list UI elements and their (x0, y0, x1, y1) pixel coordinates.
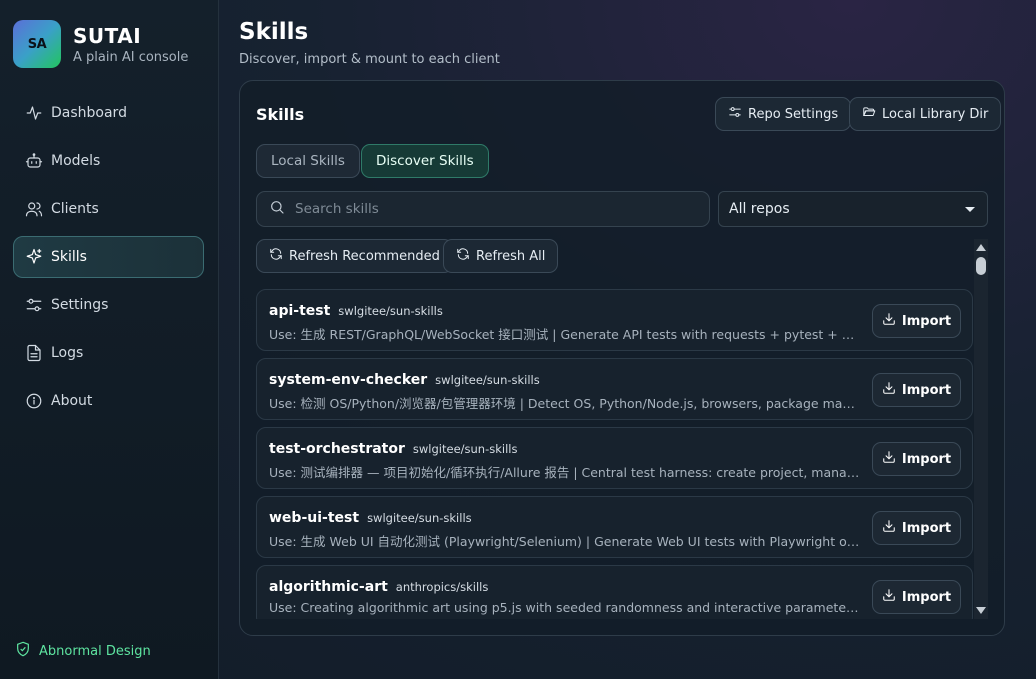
skill-repo: swlgitee/sun-skills (435, 373, 540, 387)
skill-repo: swlgitee/sun-skills (412, 442, 518, 456)
search-box (256, 191, 710, 227)
skill-description: Use: 测试编排器 — 项目初始化/循环执行/Allure 报告 | Cent… (269, 465, 861, 480)
skill-repo: swlgitee/sun-skills (367, 511, 472, 525)
status-label: Abnormal Design (39, 643, 151, 659)
brand: SA SUTAI A plain AI console (13, 20, 188, 68)
local-library-dir-label: Local Library Dir (882, 106, 989, 122)
repo-settings-label: Repo Settings (748, 106, 839, 122)
file-text-icon (25, 344, 43, 362)
skill-repo: swlgitee/sun-skills (338, 304, 443, 318)
repo-filter-value: All repos (729, 201, 790, 217)
import-button[interactable]: Import (872, 442, 961, 476)
scroll-up-arrow-icon[interactable] (976, 244, 986, 251)
tab-discover-skills[interactable]: Discover Skills (361, 144, 489, 178)
local-library-dir-button[interactable]: Local Library Dir (849, 97, 1002, 131)
repo-settings-button[interactable]: Repo Settings (715, 97, 852, 131)
sidebar-item-about[interactable]: About (13, 380, 204, 422)
sidebar-item-label: Clients (51, 201, 99, 217)
skills-card: Skills Repo Settings Local Library Dir L… (239, 80, 1005, 636)
import-button[interactable]: Import (872, 304, 961, 338)
skill-description: Use: 检测 OS/Python/浏览器/包管理器环境 | Detect OS… (269, 396, 861, 411)
import-label: Import (901, 313, 952, 329)
sidebar-item-label: Dashboard (51, 105, 127, 121)
info-icon (25, 392, 43, 410)
sidebar-item-dashboard[interactable]: Dashboard (13, 92, 204, 134)
list-item: algorithmic-art anthropics/skills Use: Cr… (256, 565, 973, 619)
tab-local-skills[interactable]: Local Skills (256, 144, 360, 178)
chevron-down-icon (965, 206, 975, 212)
skill-name: algorithmic-art anthropics/skills (269, 579, 489, 595)
card-title: Skills (256, 105, 305, 124)
sidebar-item-label: Skills (51, 249, 87, 265)
sidebar-item-models[interactable]: Models (13, 140, 204, 182)
import-button[interactable]: Import (872, 511, 961, 545)
scrollbar-thumb[interactable] (976, 257, 986, 275)
download-icon (882, 381, 902, 399)
import-label: Import (901, 589, 952, 605)
sidebar-item-settings[interactable]: Settings (13, 284, 204, 326)
skill-name: test-orchestrator swlgitee/sun-skills (269, 441, 518, 457)
refresh-all-label: Refresh All (476, 248, 546, 264)
skill-description: Use: Creating algorithmic art using p5.j… (269, 600, 861, 615)
list-item: system-env-checker swlgitee/sun-skills Us… (256, 358, 973, 420)
activity-icon (25, 104, 43, 122)
refresh-all-button[interactable]: Refresh All (443, 239, 559, 273)
refresh-recommended-label: Refresh Recommended (289, 248, 440, 264)
refresh-recommended-button[interactable]: Refresh Recommended (256, 239, 453, 273)
sidebar-item-clients[interactable]: Clients (13, 188, 204, 230)
brand-text: SUTAI A plain AI console (73, 24, 188, 65)
import-button[interactable]: Import (872, 373, 961, 407)
repo-filter-select[interactable]: All repos (718, 191, 988, 227)
sidebar-item-label: About (51, 393, 93, 409)
skill-repo: anthropics/skills (395, 580, 489, 594)
sparkles-icon (25, 248, 43, 266)
sidebar: SA SUTAI A plain AI console Dashboard Mo… (0, 0, 219, 679)
skill-name: web-ui-test swlgitee/sun-skills (269, 510, 472, 526)
list-item: web-ui-test swlgitee/sun-skills Use: 生成 W… (256, 496, 973, 558)
skill-name: system-env-checker swlgitee/sun-skills (269, 372, 540, 388)
scroll-down-arrow-icon[interactable] (976, 607, 986, 614)
status-indicator: Abnormal Design (15, 641, 151, 661)
folder-open-icon (862, 105, 882, 123)
skill-name: api-test swlgitee/sun-skills (269, 303, 443, 319)
sliders-icon (25, 296, 43, 314)
bot-icon (25, 152, 43, 170)
sidebar-item-label: Logs (51, 345, 84, 361)
skill-description: Use: 生成 REST/GraphQL/WebSocket 接口测试 | Ge… (269, 327, 861, 342)
sidebar-item-label: Models (51, 153, 101, 169)
page-title: Skills (239, 19, 309, 45)
list-scrollbar[interactable] (974, 239, 988, 619)
refresh-icon (456, 247, 476, 265)
import-label: Import (901, 382, 952, 398)
search-input[interactable] (295, 201, 695, 217)
sidebar-item-skills[interactable]: Skills (13, 236, 204, 278)
sidebar-nav: Dashboard Models Clients Skills Settings… (13, 92, 204, 428)
shield-check-icon (15, 641, 39, 661)
download-icon (882, 588, 902, 606)
app-window: SA SUTAI A plain AI console Dashboard Mo… (0, 0, 1036, 679)
main-content: Skills Discover, import & mount to each … (219, 0, 1036, 679)
search-icon (269, 199, 295, 219)
sliders-icon (728, 105, 748, 123)
sidebar-item-label: Settings (51, 297, 109, 313)
import-button[interactable]: Import (872, 580, 961, 614)
skills-list: api-test swlgitee/sun-skills Use: 生成 REST… (256, 289, 974, 619)
list-item: test-orchestrator swlgitee/sun-skills Use… (256, 427, 973, 489)
list-item: api-test swlgitee/sun-skills Use: 生成 REST… (256, 289, 973, 351)
download-icon (882, 312, 902, 330)
import-label: Import (901, 520, 952, 536)
brand-name: SUTAI (73, 23, 142, 48)
sidebar-item-logs[interactable]: Logs (13, 332, 204, 374)
download-icon (882, 519, 902, 537)
refresh-icon (269, 247, 289, 265)
page-subtitle: Discover, import & mount to each client (239, 52, 500, 67)
app-logo: SA (13, 20, 61, 68)
users-icon (25, 200, 43, 218)
skill-description: Use: 生成 Web UI 自动化测试 (Playwright/Seleniu… (269, 534, 861, 549)
download-icon (882, 450, 902, 468)
brand-subtitle: A plain AI console (73, 49, 189, 65)
import-label: Import (901, 451, 952, 467)
